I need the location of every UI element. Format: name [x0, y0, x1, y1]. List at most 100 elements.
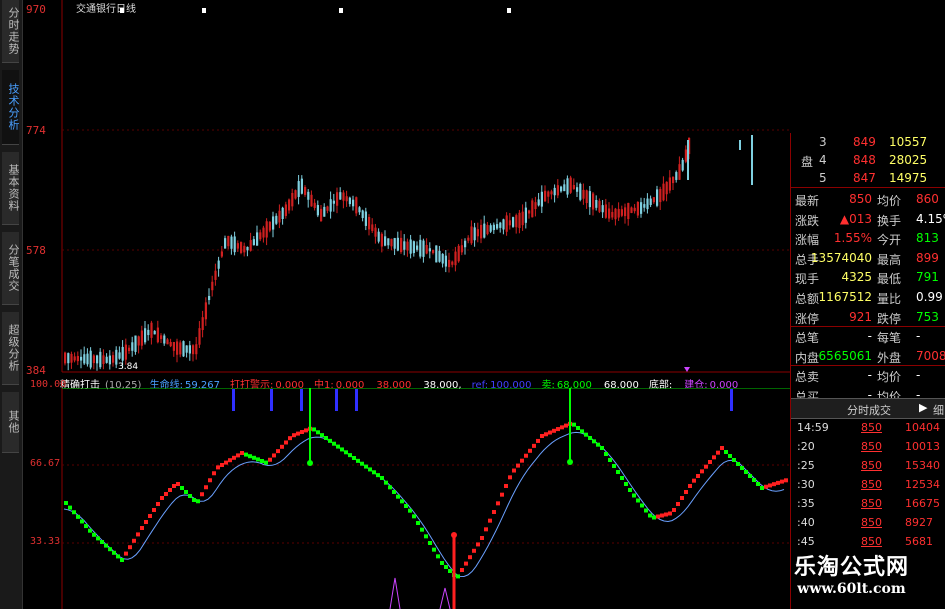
- signal-bar: [270, 389, 273, 411]
- candle: [390, 238, 393, 251]
- indicator-step: [500, 492, 504, 497]
- candle: [86, 348, 89, 367]
- order-book-volume: 10557: [889, 135, 928, 149]
- candle: [80, 349, 83, 369]
- candle: [156, 320, 159, 344]
- quote-value: 0.99: [916, 290, 943, 304]
- indicator-step: [728, 454, 732, 458]
- order-book-row[interactable]: 5 847 14975: [791, 169, 945, 189]
- indicator-step: [172, 484, 176, 488]
- candle: [323, 203, 326, 217]
- candle: [160, 333, 163, 343]
- candle: [438, 245, 441, 263]
- quote-row: 涨跌 ▲013 换手 4.15%: [791, 210, 945, 230]
- indicator-step: [64, 501, 68, 505]
- indicator-step: [552, 428, 556, 433]
- quote-value: 753: [916, 309, 939, 324]
- indicator-step: [400, 499, 404, 504]
- indicator-step: [708, 460, 712, 464]
- quote-key: 总卖: [795, 370, 820, 385]
- indicator-step: [612, 464, 616, 468]
- detail-toggle[interactable]: 细: [933, 402, 944, 418]
- indicator-step: [88, 528, 92, 533]
- indicator-step: [480, 536, 484, 540]
- order-book-row[interactable]: 3 849 10557: [791, 133, 945, 153]
- indicator-step: [104, 543, 108, 548]
- indicator-step: [396, 494, 400, 499]
- tick-trade-row: :30 850 12534: [791, 477, 945, 494]
- tick-price: 850: [861, 421, 882, 434]
- candle: [73, 352, 76, 363]
- indicator-step: [164, 492, 168, 496]
- indicator-step: [512, 468, 516, 473]
- indicator-step: [704, 464, 708, 469]
- indicator-step: [260, 459, 264, 463]
- order-book-row[interactable]: 盘 4 848 28025: [791, 151, 945, 171]
- indicator-step: [772, 482, 776, 487]
- candle: [460, 238, 463, 256]
- candle: [118, 346, 121, 360]
- play-icon[interactable]: ▶: [919, 401, 927, 414]
- candle: [544, 185, 547, 203]
- indicator-step: [468, 555, 472, 560]
- candle: [595, 195, 598, 211]
- indicator-step: [716, 450, 720, 455]
- indicator-step: [692, 478, 696, 483]
- candle: [486, 221, 489, 236]
- tick-trades-header[interactable]: 分时成交 ▶ 细: [791, 398, 945, 419]
- candle: [636, 201, 639, 219]
- indicator-step: [628, 488, 632, 492]
- quote-key: 跌停: [877, 311, 902, 326]
- candle: [230, 234, 233, 255]
- indicator-step: [136, 532, 140, 537]
- order-book-side: 盘: [801, 155, 814, 169]
- tick-time: :20: [797, 440, 815, 453]
- candle: [556, 179, 559, 199]
- candle: [566, 175, 569, 198]
- quote-key: 最高: [877, 252, 902, 267]
- quote-row: 总额 1167512 量比 0.99: [791, 288, 945, 308]
- indicator-step: [744, 470, 748, 474]
- candlestick-chart[interactable]: [0, 0, 790, 380]
- order-book-level: 5: [819, 171, 827, 185]
- candle: [137, 335, 140, 354]
- tick-volume: 10404: [905, 421, 940, 434]
- indicator-step: [232, 455, 236, 460]
- indicator-step: [536, 438, 540, 443]
- indicator-chart[interactable]: [0, 388, 790, 609]
- indicator-step: [548, 430, 552, 435]
- candle: [524, 201, 527, 229]
- indicator-step: [304, 428, 308, 433]
- quote-key: 涨幅: [795, 233, 820, 248]
- candle: [579, 182, 582, 202]
- indicator-step: [608, 458, 612, 462]
- candle: [147, 324, 150, 341]
- candle: [640, 197, 643, 218]
- candle: [396, 231, 399, 252]
- indicator-step: [620, 476, 624, 480]
- indicator-step: [444, 565, 448, 569]
- indicator-step: [128, 545, 132, 550]
- quote-value: 4.15%: [916, 211, 945, 226]
- indicator-step: [160, 496, 164, 500]
- indicator-step: [320, 433, 324, 438]
- candle: [432, 249, 435, 255]
- tick-price: 850: [861, 535, 882, 548]
- indicator-step: [120, 558, 124, 562]
- quote-value: 860: [916, 192, 939, 206]
- candle: [102, 349, 105, 370]
- candle: [422, 238, 425, 263]
- candle: [553, 184, 556, 203]
- indicator-step: [672, 508, 676, 512]
- candle: [316, 200, 319, 218]
- signal-dot-icon: [307, 460, 313, 466]
- quote-key: 均价: [877, 194, 902, 208]
- tick-time: :45: [797, 535, 815, 548]
- candle: [256, 225, 259, 246]
- indicator-step: [556, 427, 560, 432]
- candle: [400, 230, 403, 254]
- quote-key: 内盘: [795, 350, 820, 365]
- tick-time: :30: [797, 478, 815, 491]
- candle: [412, 240, 415, 257]
- candle: [355, 196, 358, 217]
